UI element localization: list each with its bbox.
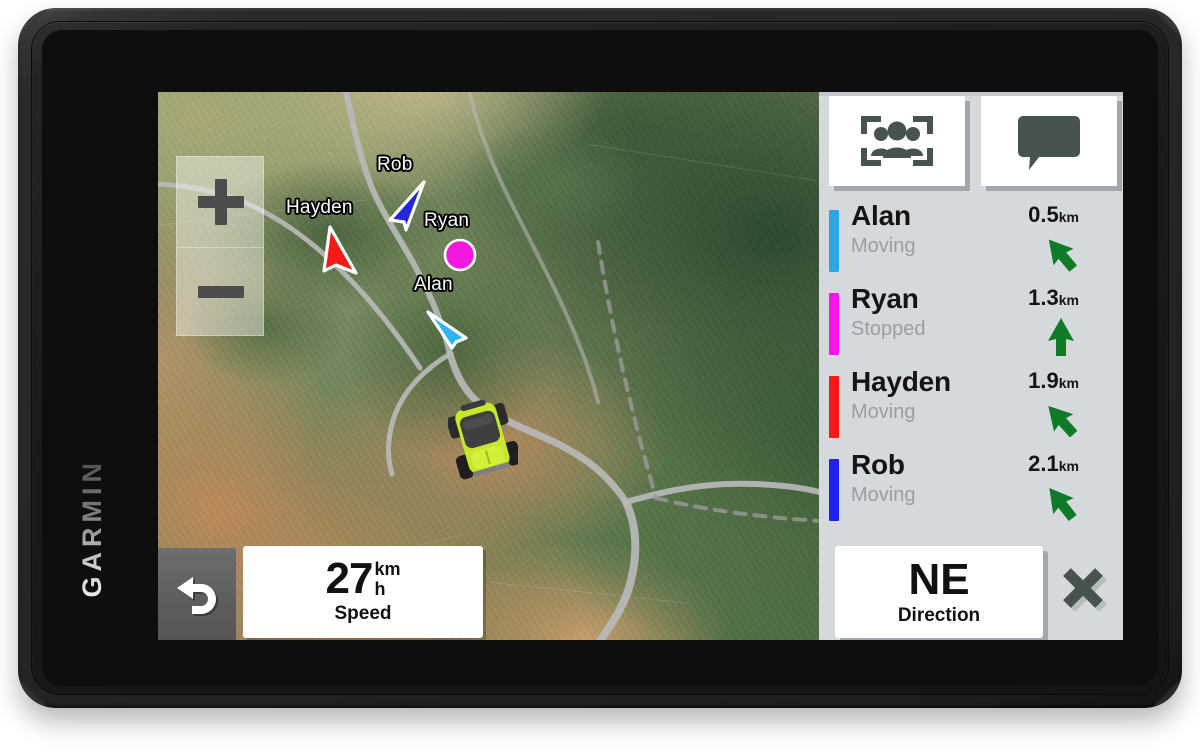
marker-arrow-icon bbox=[322, 225, 358, 275]
garmin-logo: GARMIN bbox=[70, 408, 114, 648]
member-color-bar bbox=[829, 376, 839, 438]
garmin-device: GARMIN Rob Hayden Ryan Alan 27 km h Spee… bbox=[18, 8, 1182, 708]
list-item[interactable]: Alan Moving 0.5km bbox=[819, 200, 1123, 286]
member-color-bar bbox=[829, 459, 839, 521]
member-name: Hayden bbox=[851, 366, 951, 397]
map-marker-label: Hayden bbox=[286, 197, 353, 218]
direction-caption: Direction bbox=[897, 604, 981, 626]
garmin-wordmark: GARMIN bbox=[76, 458, 107, 598]
direction-value: NE bbox=[908, 554, 970, 604]
speed-value: 27 bbox=[325, 554, 374, 604]
zoom-in-button[interactable] bbox=[177, 157, 265, 247]
speed-caption: Speed bbox=[334, 602, 392, 624]
vehicle-icon bbox=[446, 397, 522, 483]
member-distance: 1.3km bbox=[1028, 285, 1079, 310]
map-marker-label: Ryan bbox=[424, 210, 470, 231]
sidebar-tiles bbox=[829, 96, 1117, 194]
direction-card[interactable]: NE Direction bbox=[835, 546, 1043, 638]
messages-button[interactable] bbox=[981, 96, 1117, 186]
member-distance: 0.5km bbox=[1028, 202, 1079, 227]
member-status: Moving bbox=[851, 484, 916, 506]
plus-icon bbox=[198, 179, 244, 225]
list-item[interactable]: Hayden Moving 1.9km bbox=[819, 366, 1123, 452]
member-status: Stopped bbox=[851, 318, 926, 340]
speed-unit-bottom: h bbox=[374, 578, 386, 599]
list-item[interactable]: Ryan Stopped 1.3km bbox=[819, 283, 1123, 369]
map-view[interactable]: Rob Hayden Ryan Alan 27 km h Speed bbox=[158, 92, 819, 640]
member-bearing-arrow bbox=[1041, 315, 1081, 359]
member-bearing-arrow bbox=[1041, 232, 1081, 276]
map-marker-label: Rob bbox=[377, 154, 413, 175]
member-color-bar bbox=[829, 210, 839, 272]
group-track-sidebar: Alan Moving 0.5km Ryan Stopped 1.3km Hay… bbox=[819, 92, 1123, 640]
member-distance: 1.9km bbox=[1028, 368, 1079, 393]
zoom-out-button[interactable] bbox=[177, 247, 265, 337]
back-button[interactable] bbox=[158, 548, 236, 640]
map-zoom-controls[interactable] bbox=[176, 156, 264, 336]
speed-unit-top: km bbox=[374, 559, 401, 580]
marker-arrow-icon bbox=[426, 310, 468, 350]
marker-dot-icon bbox=[443, 238, 477, 272]
back-arrow-icon bbox=[177, 577, 218, 616]
member-name: Rob bbox=[851, 449, 905, 480]
list-item[interactable]: Rob Moving 2.1km bbox=[819, 449, 1123, 535]
member-name: Ryan bbox=[851, 283, 919, 314]
message-bubble-icon bbox=[1018, 116, 1080, 170]
member-bearing-arrow bbox=[1041, 398, 1081, 442]
member-distance: 2.1km bbox=[1028, 451, 1079, 476]
member-bearing-arrow bbox=[1041, 481, 1081, 525]
device-screen: Rob Hayden Ryan Alan 27 km h Speed Alan … bbox=[158, 92, 1123, 640]
member-color-bar bbox=[829, 293, 839, 355]
minus-icon bbox=[198, 286, 244, 298]
group-track-icon bbox=[861, 116, 933, 166]
group-track-button[interactable] bbox=[829, 96, 965, 186]
speed-card[interactable]: 27 km h Speed bbox=[243, 546, 483, 638]
map-marker-label: Alan bbox=[414, 274, 453, 295]
close-button[interactable] bbox=[1051, 556, 1113, 618]
member-name: Alan bbox=[851, 200, 911, 231]
member-status: Moving bbox=[851, 401, 916, 423]
member-status: Moving bbox=[851, 235, 916, 257]
close-x-icon bbox=[1063, 568, 1107, 612]
